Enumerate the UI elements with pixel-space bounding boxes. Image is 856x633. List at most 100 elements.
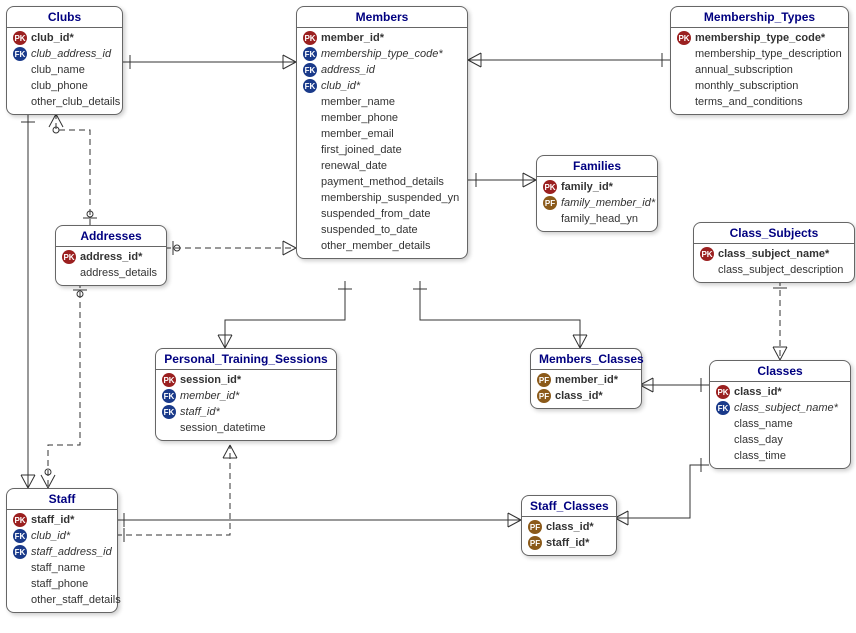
attribute-name: family_head_yn (561, 213, 638, 225)
entity-title: Members (297, 7, 467, 28)
attribute-row: other_staff_details (11, 592, 113, 608)
attribute-row: PKmembership_type_code* (675, 30, 844, 46)
entity-body: PFmember_id*PFclass_id* (531, 370, 641, 408)
entity-title: Staff (7, 489, 117, 510)
attribute-row: member_phone (301, 110, 463, 126)
spacer (13, 593, 27, 607)
fk-icon: FK (162, 405, 176, 419)
spacer (700, 263, 714, 277)
spacer (543, 212, 557, 226)
pk-icon: PK (303, 31, 317, 45)
attribute-row: staff_phone (11, 576, 113, 592)
fk-icon: FK (13, 47, 27, 61)
entity-body: PKmembership_type_code* membership_type_d… (671, 28, 848, 114)
attribute-row: PFclass_id* (535, 388, 637, 404)
spacer (303, 143, 317, 157)
attribute-row: FKclub_id* (11, 528, 113, 544)
pk-icon: PK (162, 373, 176, 387)
attribute-name: membership_type_description (695, 48, 842, 60)
attribute-row: first_joined_date (301, 142, 463, 158)
attribute-name: family_id* (561, 181, 613, 193)
attribute-row: other_club_details (11, 94, 118, 110)
spacer (303, 127, 317, 141)
entity-staff-classes: Staff_Classes PFclass_id*PFstaff_id* (521, 495, 617, 556)
pk-icon: PK (543, 180, 557, 194)
attribute-name: family_member_id* (561, 197, 655, 209)
attribute-name: club_name (31, 64, 85, 76)
attribute-name: suspended_from_date (321, 208, 430, 220)
pk-icon: PK (13, 31, 27, 45)
attribute-name: staff_id* (180, 406, 220, 418)
attribute-row: member_name (301, 94, 463, 110)
attribute-row: PK family_id* (541, 179, 653, 195)
attribute-row: suspended_to_date (301, 222, 463, 238)
attribute-name: member_id* (555, 374, 618, 386)
spacer (677, 95, 691, 109)
pf-icon: PF (528, 520, 542, 534)
pf-icon: PF (528, 536, 542, 550)
attribute-row: PF family_member_id* (541, 195, 653, 211)
spacer (303, 191, 317, 205)
entity-body: PKclass_id*FKclass_subject_name*class_na… (710, 382, 850, 468)
attribute-row: PKclass_subject_name* (698, 246, 850, 262)
spacer (716, 433, 730, 447)
attribute-name: address_details (80, 267, 157, 279)
attribute-row: PKstaff_id* (11, 512, 113, 528)
attribute-row: session_datetime (160, 420, 332, 436)
attribute-row: FKstaff_address_id (11, 544, 113, 560)
attribute-row: staff_name (11, 560, 113, 576)
attribute-row: annual_subscription (675, 62, 844, 78)
entity-staff: Staff PKstaff_id*FKclub_id*FKstaff_addre… (6, 488, 118, 613)
fk-icon: FK (303, 63, 317, 77)
attribute-row: PKclub_id* (11, 30, 118, 46)
attribute-row: class_time (714, 448, 846, 464)
attribute-name: club_id* (31, 530, 70, 542)
attribute-name: class_id* (555, 390, 603, 402)
attribute-row: class_name (714, 416, 846, 432)
attribute-name: member_id* (180, 390, 239, 402)
attribute-name: class_day (734, 434, 783, 446)
spacer (303, 223, 317, 237)
spacer (303, 207, 317, 221)
attribute-row: membership_type_description (675, 46, 844, 62)
attribute-name: member_name (321, 96, 395, 108)
entity-pts: Personal_Training_Sessions PKsession_id*… (155, 348, 337, 441)
attribute-name: class_subject_name* (718, 248, 829, 260)
entity-title: Personal_Training_Sessions (156, 349, 336, 370)
entity-membership-types: Membership_Types PKmembership_type_code*… (670, 6, 849, 115)
entity-title: Families (537, 156, 657, 177)
attribute-row: PFclass_id* (526, 519, 612, 535)
attribute-name: other_staff_details (31, 594, 121, 606)
entity-class-subjects: Class_Subjects PKclass_subject_name*clas… (693, 222, 855, 283)
attribute-name: session_datetime (180, 422, 266, 434)
spacer (677, 47, 691, 61)
attribute-name: staff_name (31, 562, 85, 574)
entity-body: PKaddress_id*address_details (56, 247, 166, 285)
attribute-row: class_day (714, 432, 846, 448)
attribute-row: PFstaff_id* (526, 535, 612, 551)
attribute-name: staff_address_id (31, 546, 112, 558)
attribute-name: staff_id* (31, 514, 74, 526)
attribute-row: suspended_from_date (301, 206, 463, 222)
entity-title: Members_Classes (531, 349, 641, 370)
attribute-row: payment_method_details (301, 174, 463, 190)
attribute-name: class_subject_name* (734, 402, 838, 414)
spacer (13, 577, 27, 591)
attribute-name: terms_and_conditions (695, 96, 803, 108)
attribute-row: PKclass_id* (714, 384, 846, 400)
spacer (716, 417, 730, 431)
attribute-name: renewal_date (321, 160, 387, 172)
spacer (13, 79, 27, 93)
spacer (303, 159, 317, 173)
spacer (716, 449, 730, 463)
attribute-name: annual_subscription (695, 64, 793, 76)
attribute-name: member_phone (321, 112, 398, 124)
attribute-row: membership_suspended_yn (301, 190, 463, 206)
attribute-name: club_address_id (31, 48, 111, 60)
attribute-row: family_head_yn (541, 211, 653, 227)
attribute-name: class_subject_description (718, 264, 843, 276)
spacer (162, 421, 176, 435)
attribute-row: FKclub_id* (301, 78, 463, 94)
pf-icon: PF (543, 196, 557, 210)
attribute-row: class_subject_description (698, 262, 850, 278)
